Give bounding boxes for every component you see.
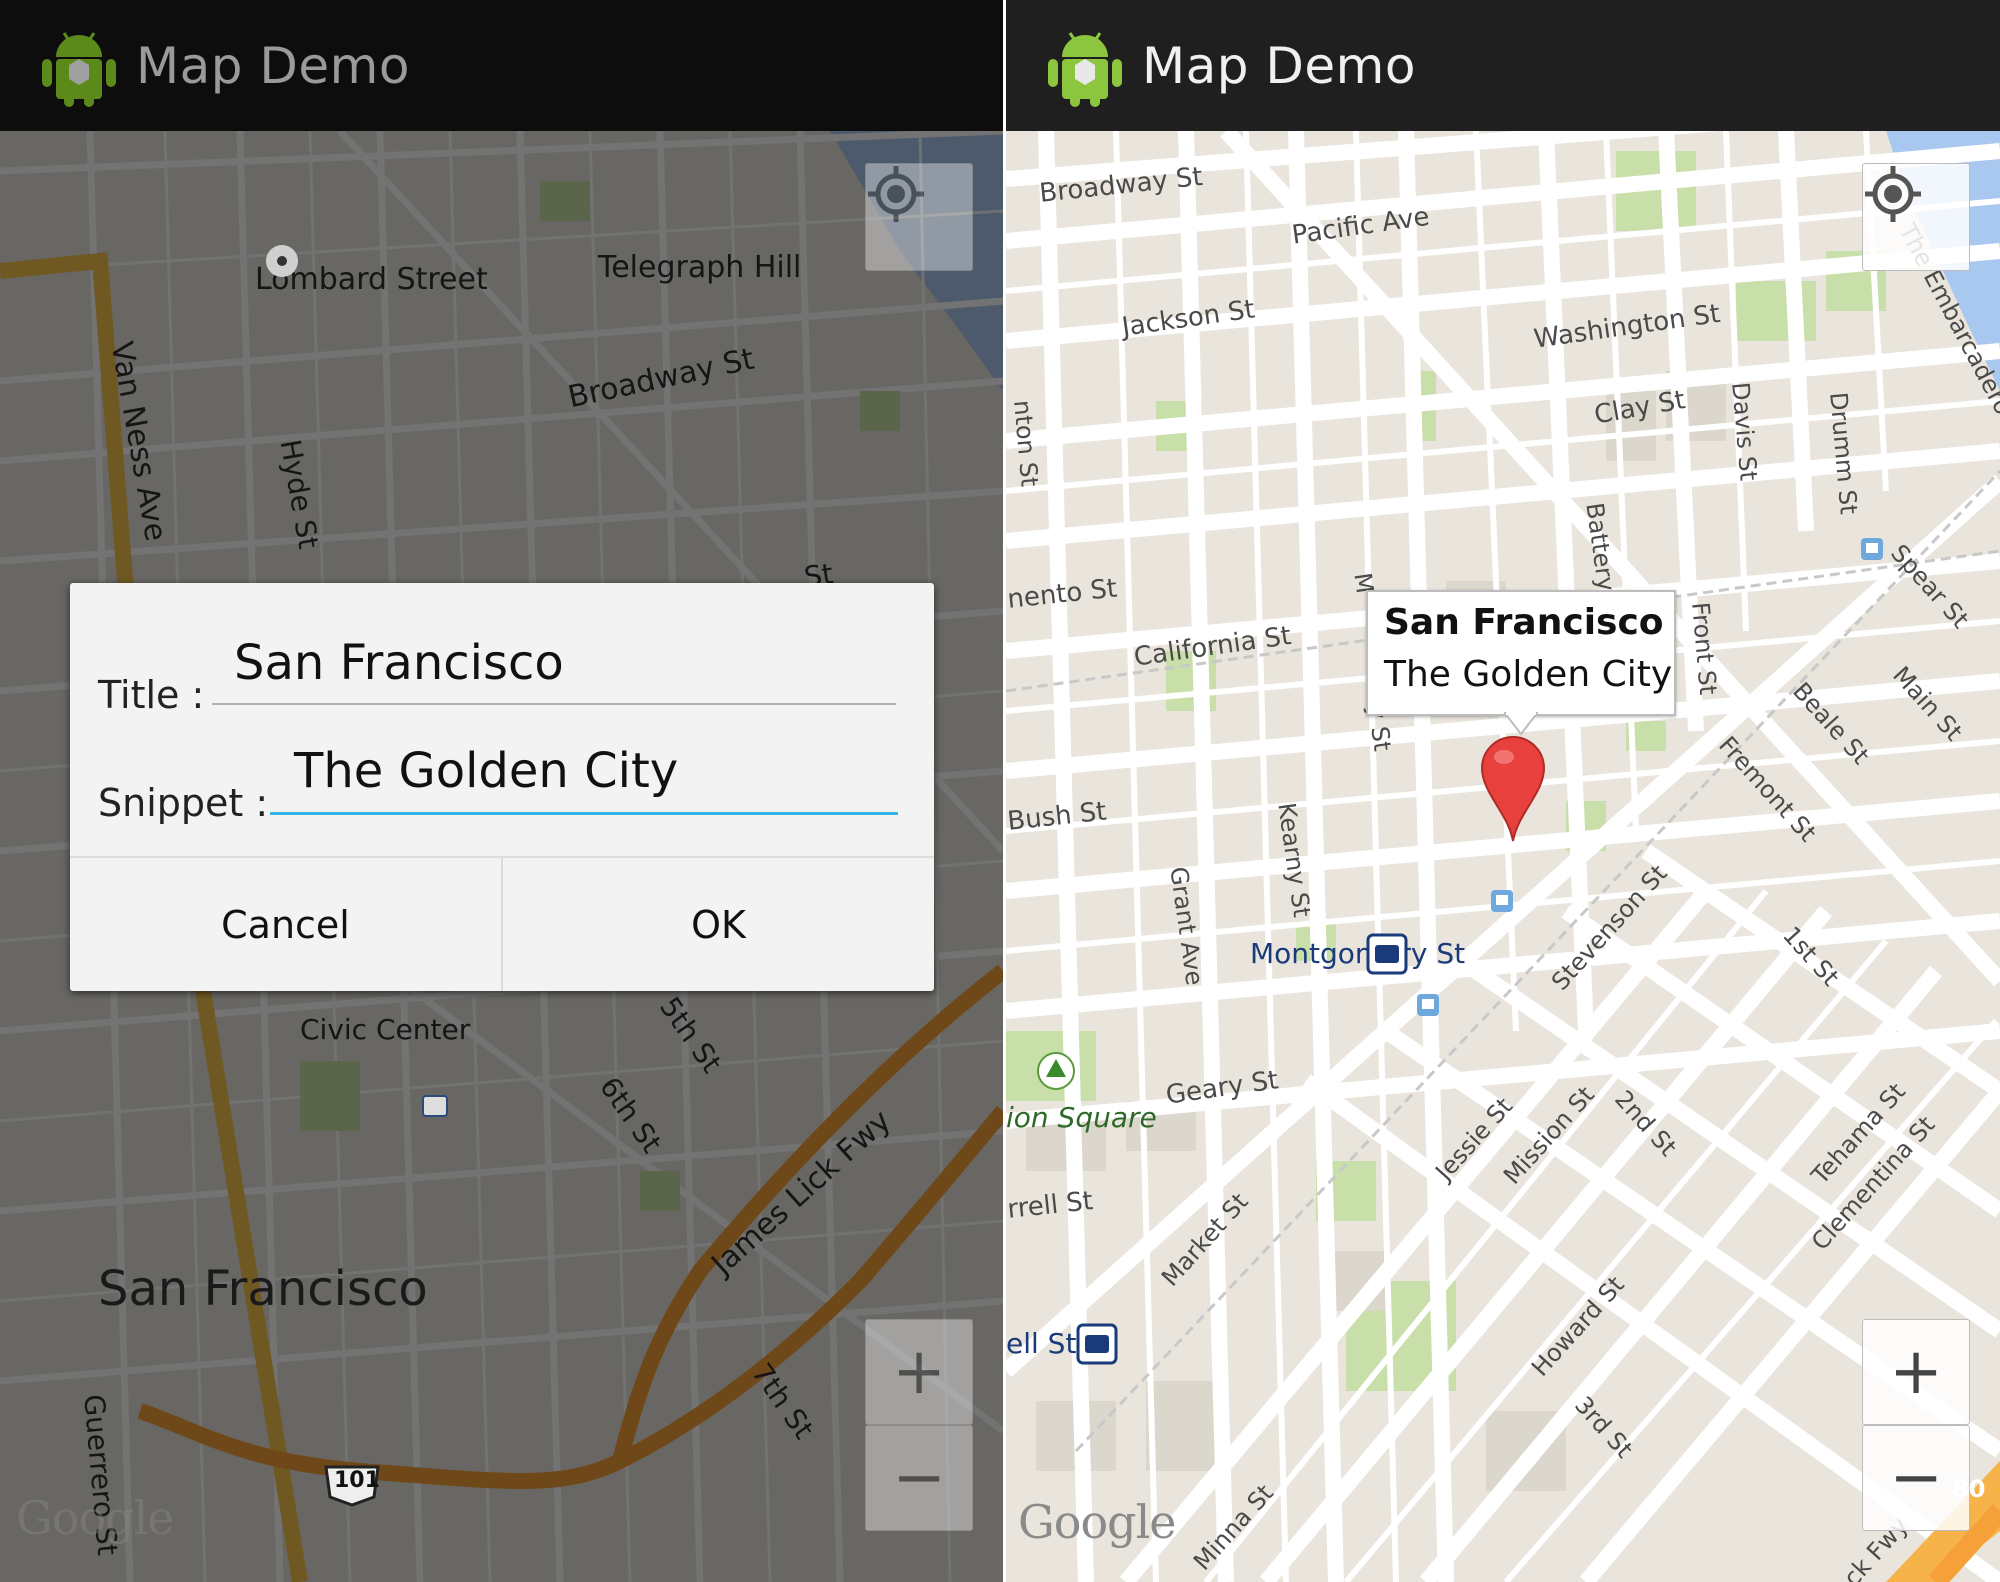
my-location-icon — [1865, 166, 1921, 222]
map-label-union-square: ion Square — [1006, 1101, 1157, 1134]
marker-icon[interactable] — [1478, 733, 1548, 845]
muni-icon — [1417, 994, 1439, 1016]
right-screen: Map Demo Broadway St Pacific Ave Jackson… — [1006, 0, 2000, 1582]
title-field-underline — [212, 703, 896, 705]
zoom-in-button[interactable]: + — [865, 1319, 973, 1425]
hwy-101-label: 101 — [334, 1468, 380, 1493]
info-window-pointer — [1504, 712, 1538, 736]
my-location-button[interactable] — [1862, 163, 1970, 271]
marker-edit-dialog: Title : San Francisco Snippet : The Gold… — [70, 583, 934, 991]
cancel-button[interactable]: Cancel — [70, 858, 501, 991]
zoom-in-button[interactable]: + — [1862, 1319, 1970, 1425]
map-label-telegraph: Telegraph Hill — [598, 250, 802, 285]
action-bar: Map Demo — [0, 0, 1003, 131]
title-field[interactable]: San Francisco — [234, 635, 564, 691]
info-window-title: San Francisco — [1384, 602, 1664, 643]
map-label-san-francisco: San Francisco — [98, 1261, 428, 1317]
bart-icon — [1366, 933, 1408, 975]
action-bar: Map Demo — [1006, 0, 2000, 131]
snippet-field-underline — [270, 812, 898, 815]
info-window-snippet: The Golden City — [1384, 654, 1673, 695]
marker-info-window[interactable]: San Francisco The Golden City — [1366, 590, 1676, 736]
google-logo: Google — [16, 1491, 175, 1545]
map-label-powell: ell St — [1006, 1327, 1077, 1360]
park-icon — [1037, 1052, 1075, 1090]
snippet-field[interactable]: The Golden City — [294, 743, 678, 799]
my-location-button[interactable] — [865, 163, 973, 271]
muni-icon — [1491, 890, 1513, 912]
ok-button[interactable]: OK — [501, 858, 934, 991]
app-title: Map Demo — [136, 36, 410, 95]
map-view[interactable]: Broadway St Pacific Ave Jackson St Washi… — [1006, 131, 2000, 1582]
bart-icon — [1076, 1323, 1118, 1365]
my-location-icon — [868, 166, 924, 222]
zoom-out-button[interactable]: − — [865, 1425, 973, 1531]
map-label-montgomery-station: Montgomery St — [1250, 937, 1466, 970]
google-logo: Google — [1018, 1495, 1177, 1549]
left-screen: Map Demo Lombard Street Telegraph Hill V… — [0, 0, 1003, 1582]
title-label: Title : — [98, 673, 205, 717]
poi-icon — [266, 245, 298, 277]
android-icon — [1048, 31, 1122, 107]
dialog-buttons: Cancel OK — [70, 856, 934, 991]
hwy-80-label: 80 — [1952, 1475, 1986, 1503]
android-icon — [42, 31, 116, 107]
app-title: Map Demo — [1142, 36, 1416, 95]
snippet-label: Snippet : — [98, 781, 269, 825]
map-label-civic-center: Civic Center — [300, 1013, 471, 1046]
bart-icon — [422, 1095, 448, 1117]
muni-icon — [1861, 538, 1883, 560]
